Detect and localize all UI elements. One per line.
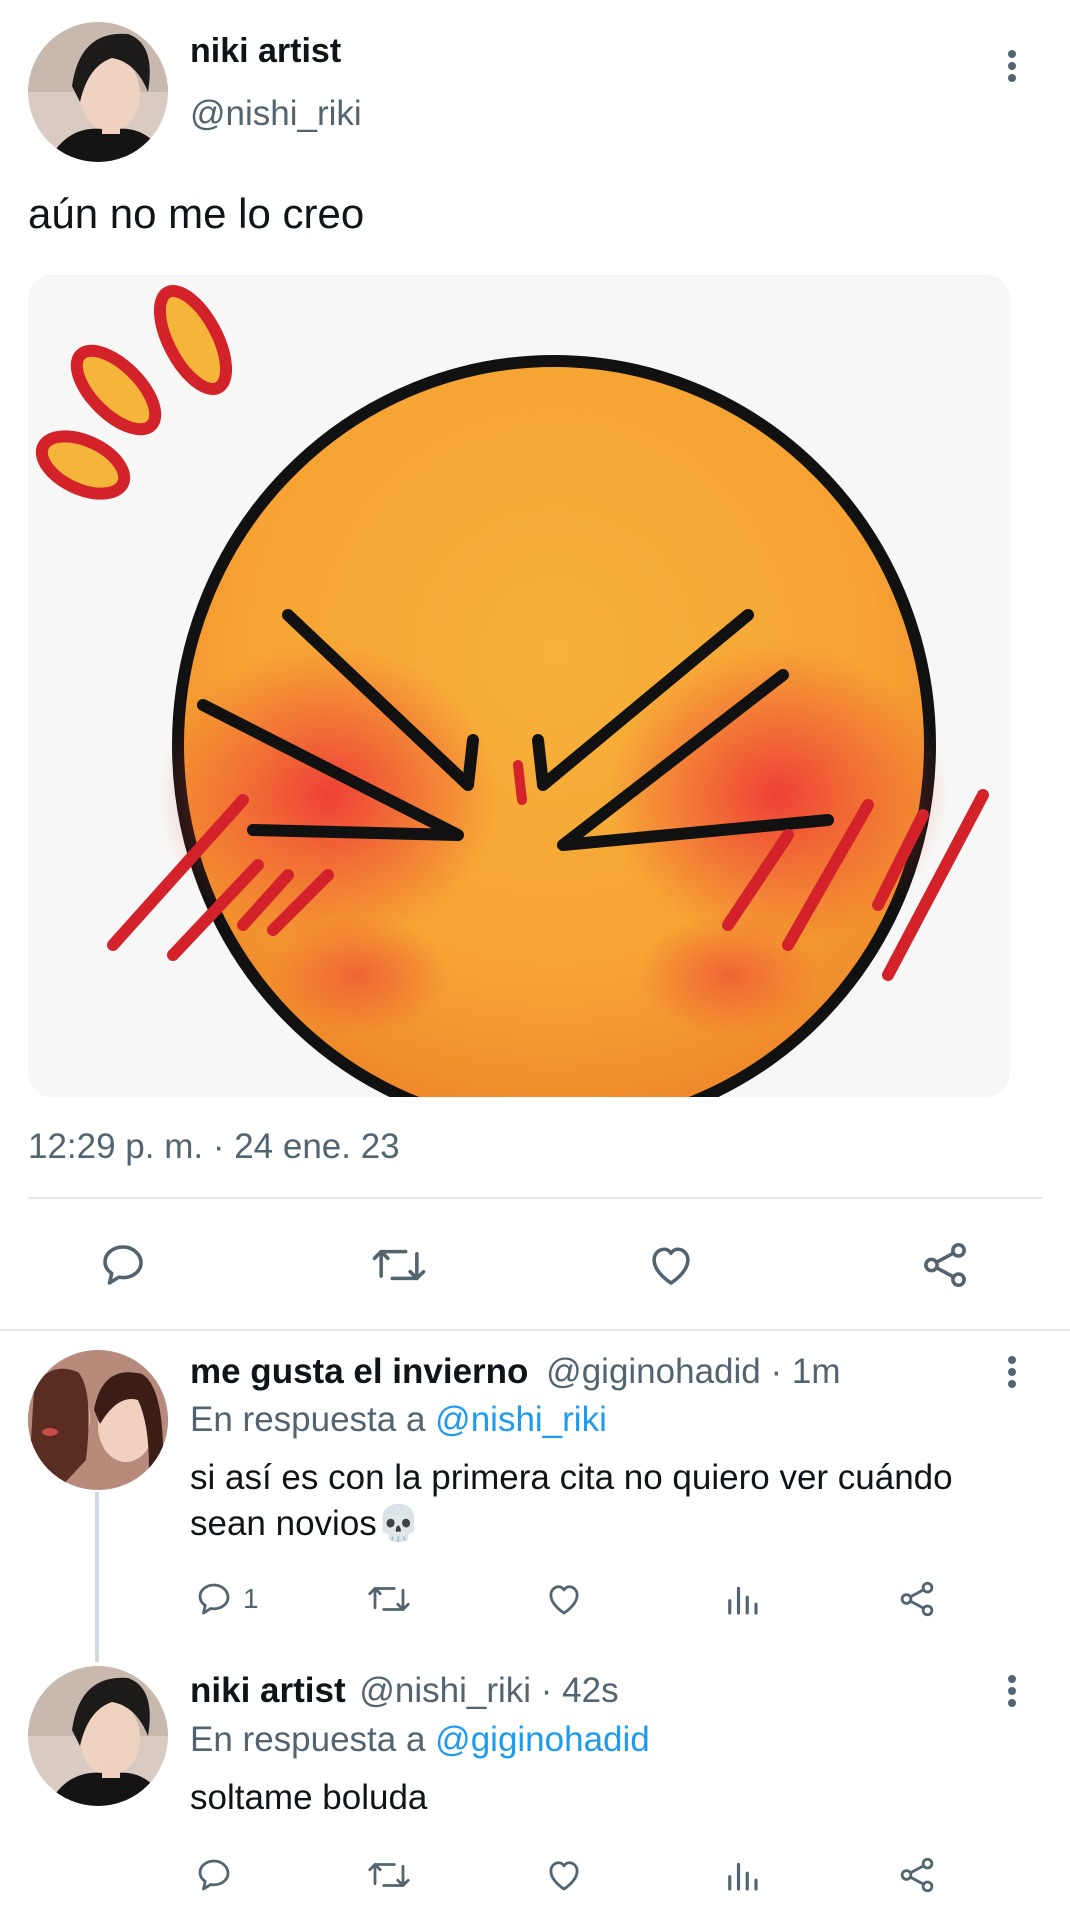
- author-name[interactable]: niki artist: [190, 1671, 346, 1710]
- analytics-button[interactable]: [721, 1578, 763, 1620]
- analytics-icon: [728, 1586, 758, 1615]
- avatar[interactable]: [28, 22, 168, 162]
- retweet-button[interactable]: [366, 1578, 412, 1620]
- reply-button[interactable]: 1: [193, 1578, 259, 1620]
- thread-line: [95, 1492, 99, 1662]
- mention-link[interactable]: @nishi_riki: [435, 1400, 607, 1439]
- more-options-icon[interactable]: [1002, 1352, 1022, 1402]
- avatar[interactable]: [28, 1666, 168, 1806]
- reply-icon: [198, 1583, 230, 1615]
- share-button[interactable]: [896, 1578, 938, 1620]
- retweet-button[interactable]: [366, 1854, 412, 1896]
- heart-icon: [549, 1861, 579, 1891]
- reply-time: · 1m: [770, 1352, 841, 1391]
- like-button[interactable]: [543, 1854, 585, 1896]
- reply-count: 1: [243, 1583, 259, 1614]
- retweet-icon: [372, 1249, 426, 1281]
- profile-photo: [28, 1666, 168, 1806]
- reply-text: soltame boluda: [190, 1778, 428, 1817]
- author-handle[interactable]: @nishi_riki: [190, 94, 362, 134]
- share-button[interactable]: [896, 1854, 938, 1896]
- mention-link[interactable]: @giginohadid: [435, 1720, 650, 1759]
- heart-icon: [549, 1585, 579, 1615]
- author-name[interactable]: me gusta el invierno: [190, 1352, 528, 1391]
- tweet-timestamp[interactable]: 12:29 p. m. · 24 ene. 23: [28, 1127, 400, 1167]
- author-handle[interactable]: @nishi_riki: [359, 1671, 531, 1710]
- heart-icon: [652, 1247, 690, 1285]
- in-reply-to-label: En respuesta a: [190, 1720, 426, 1759]
- reply-icon: [198, 1859, 230, 1891]
- share-icon: [900, 1581, 934, 1617]
- author-name[interactable]: niki artist: [190, 32, 341, 71]
- reply-text-line-2: sean novios💀: [190, 1504, 421, 1543]
- retweet-icon: [368, 1587, 410, 1611]
- reply-time: · 42s: [540, 1671, 619, 1710]
- reply-text-line-1: si así es con la primera cita no quiero …: [190, 1458, 953, 1497]
- like-button[interactable]: [644, 1238, 698, 1292]
- more-options-icon[interactable]: [1002, 46, 1022, 96]
- reply-button[interactable]: [193, 1854, 235, 1896]
- tweet-text: aún no me lo creo: [28, 190, 365, 237]
- in-reply-to-label: En respuesta a: [190, 1400, 426, 1439]
- flustered-emoji-icon: [28, 275, 1010, 1097]
- section-divider: [0, 1329, 1070, 1331]
- share-icon: [900, 1857, 934, 1893]
- retweet-button[interactable]: [370, 1238, 428, 1292]
- divider: [28, 1197, 1042, 1199]
- reply-icon: [103, 1245, 143, 1285]
- retweet-icon: [368, 1863, 410, 1887]
- profile-photo: [28, 22, 168, 162]
- analytics-button[interactable]: [721, 1854, 763, 1896]
- reply-button[interactable]: [96, 1238, 150, 1292]
- like-button[interactable]: [543, 1578, 585, 1620]
- analytics-icon: [728, 1862, 758, 1891]
- author-handle[interactable]: @giginohadid: [546, 1352, 761, 1391]
- tweet-image[interactable]: [28, 275, 1010, 1097]
- avatar[interactable]: [28, 1350, 168, 1490]
- share-icon: [924, 1242, 966, 1288]
- more-options-icon[interactable]: [1002, 1671, 1022, 1721]
- profile-photo: [28, 1350, 168, 1490]
- share-button[interactable]: [918, 1238, 972, 1292]
